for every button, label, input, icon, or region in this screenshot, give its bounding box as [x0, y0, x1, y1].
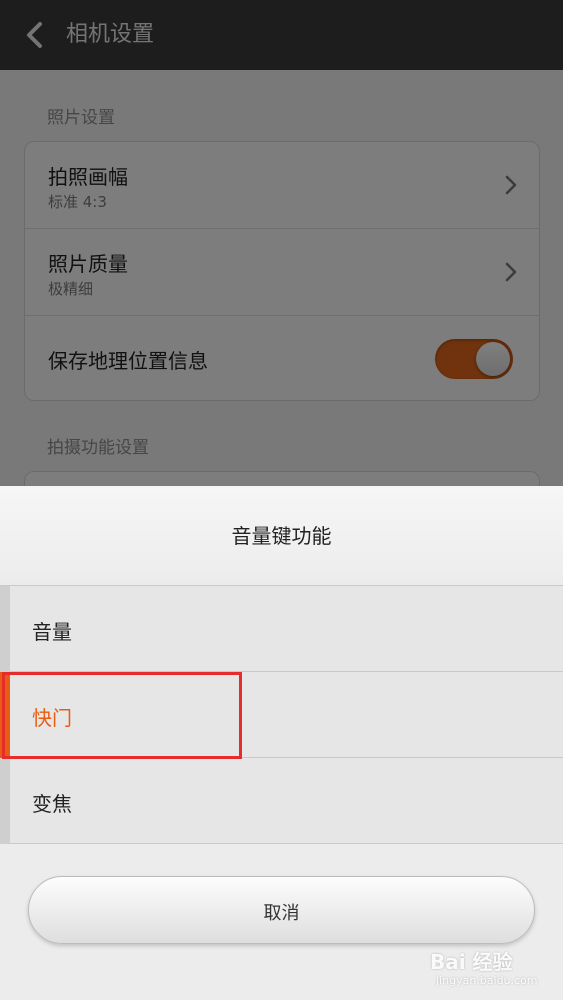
watermark-url: jingyan.baidu.com	[436, 974, 538, 987]
option-zoom[interactable]: 变焦	[0, 758, 563, 844]
option-volume[interactable]: 音量	[0, 586, 563, 672]
option-label: 变焦	[32, 792, 72, 816]
watermark-brand: Bai 经验	[430, 950, 513, 974]
annotation-highlight-box	[2, 672, 242, 759]
dialog-title: 音量键功能	[231, 524, 332, 548]
cancel-button[interactable]: 取消	[28, 876, 535, 944]
baidu-watermark: Bai 经验 jingyan.baidu.com	[430, 940, 550, 992]
dialog-header: 音量键功能	[0, 486, 563, 586]
cancel-label: 取消	[263, 903, 300, 924]
option-indicator	[0, 586, 10, 672]
option-label: 音量	[32, 620, 72, 644]
option-indicator	[0, 758, 10, 844]
